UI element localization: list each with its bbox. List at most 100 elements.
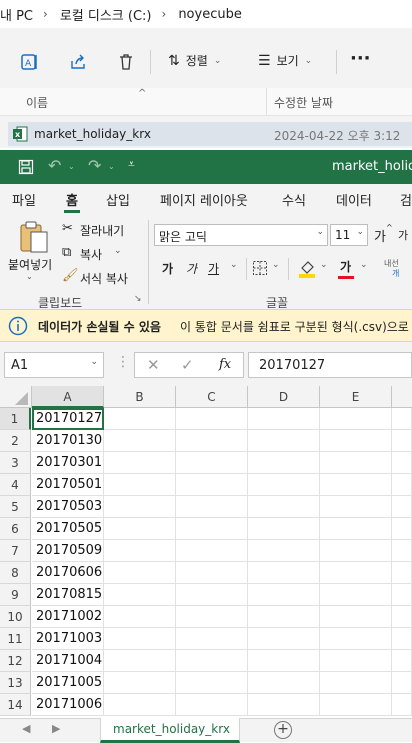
select-all-corner[interactable] xyxy=(0,386,32,408)
cell[interactable] xyxy=(248,694,320,716)
copy-button[interactable]: 복사 xyxy=(80,246,102,263)
cell[interactable] xyxy=(248,518,320,540)
cell[interactable] xyxy=(248,430,320,452)
cell[interactable] xyxy=(392,540,412,562)
cell[interactable] xyxy=(320,606,392,628)
cell-column-a[interactable]: 20170501 xyxy=(32,474,104,496)
trash-icon[interactable] xyxy=(116,52,136,72)
cell[interactable] xyxy=(176,650,248,672)
font-color-button[interactable]: 가 xyxy=(340,258,351,275)
chevron-down-icon[interactable]: ⌄ xyxy=(230,260,238,270)
cell[interactable] xyxy=(392,452,412,474)
customize-toolbar-icon[interactable]: ⩡ xyxy=(128,157,135,172)
cell[interactable] xyxy=(104,628,176,650)
cell[interactable] xyxy=(104,452,176,474)
cell[interactable] xyxy=(176,408,248,430)
cell[interactable] xyxy=(320,540,392,562)
cell-column-a[interactable]: 20170606 xyxy=(32,562,104,584)
cell[interactable] xyxy=(320,408,392,430)
row-header[interactable]: 3 xyxy=(0,452,31,474)
cell[interactable] xyxy=(176,562,248,584)
save-icon[interactable] xyxy=(18,159,34,175)
cell-column-a[interactable]: 20171006 xyxy=(32,694,104,716)
column-header-b[interactable]: B xyxy=(104,386,176,408)
cell[interactable] xyxy=(392,430,412,452)
cell[interactable] xyxy=(104,496,176,518)
cell[interactable] xyxy=(320,672,392,694)
cell-column-a[interactable]: 20170130 xyxy=(32,430,104,452)
cell[interactable] xyxy=(104,430,176,452)
chevron-down-icon[interactable]: ⌄ xyxy=(68,162,75,171)
redo-icon[interactable]: ↷ xyxy=(88,156,101,175)
formula-input[interactable]: 20170127 xyxy=(248,352,412,378)
cell-column-a[interactable]: 20170505 xyxy=(32,518,104,540)
cell[interactable] xyxy=(104,606,176,628)
cell[interactable] xyxy=(176,518,248,540)
cell[interactable] xyxy=(176,606,248,628)
row-header[interactable]: 12 xyxy=(0,650,31,672)
tab-file[interactable]: 파일 xyxy=(12,190,36,209)
cell[interactable] xyxy=(176,628,248,650)
paste-button[interactable]: 붙여넣기 xyxy=(8,256,52,273)
cut-button[interactable]: 잘라내기 xyxy=(80,222,124,239)
cell[interactable] xyxy=(104,408,176,430)
row-header[interactable]: 7 xyxy=(0,540,31,562)
row-header[interactable]: 2 xyxy=(0,430,31,452)
cell[interactable] xyxy=(176,694,248,716)
cell-column-a[interactable]: 20170509 xyxy=(32,540,104,562)
cell[interactable] xyxy=(320,584,392,606)
shrink-font-button[interactable]: 가 xyxy=(398,227,408,243)
row-header[interactable]: 4 xyxy=(0,474,31,496)
paste-icon[interactable] xyxy=(18,220,50,254)
cell-column-a[interactable]: 20171004 xyxy=(32,650,104,672)
cell[interactable] xyxy=(176,540,248,562)
cell-column-a[interactable]: 20171002 xyxy=(32,606,104,628)
borders-icon[interactable] xyxy=(252,260,268,276)
cell[interactable] xyxy=(176,584,248,606)
cell[interactable] xyxy=(248,650,320,672)
tab-data[interactable]: 데이터 xyxy=(336,190,372,209)
share-icon[interactable] xyxy=(68,52,88,72)
column-header-e[interactable]: E xyxy=(320,386,392,408)
cell[interactable] xyxy=(104,672,176,694)
cell[interactable] xyxy=(320,694,392,716)
underline-button[interactable]: 가 xyxy=(208,260,219,277)
cell[interactable] xyxy=(248,408,320,430)
cell[interactable] xyxy=(104,650,176,672)
column-header-d[interactable]: D xyxy=(248,386,320,408)
cell[interactable] xyxy=(392,628,412,650)
sheet-tab-active[interactable]: market_holiday_krx xyxy=(100,718,240,743)
cell[interactable] xyxy=(104,474,176,496)
format-painter-button[interactable]: 서식 복사 xyxy=(80,270,128,287)
cell[interactable] xyxy=(248,606,320,628)
cell-column-a[interactable]: 20170301 xyxy=(32,452,104,474)
format-painter-icon[interactable]: 🖌 xyxy=(62,268,79,283)
cell-column-a[interactable]: 20170503 xyxy=(32,496,104,518)
cell[interactable] xyxy=(104,584,176,606)
cell[interactable] xyxy=(320,562,392,584)
row-header[interactable]: 13 xyxy=(0,672,31,694)
rename-icon[interactable]: A xyxy=(20,52,40,72)
row-header[interactable]: 1 xyxy=(0,408,31,430)
cell[interactable] xyxy=(248,584,320,606)
fill-color-icon[interactable] xyxy=(298,258,316,278)
row-header[interactable]: 11 xyxy=(0,628,31,650)
column-modified-header[interactable]: 수정한 날짜 xyxy=(274,94,333,111)
cell[interactable] xyxy=(176,452,248,474)
tab-insert[interactable]: 삽입 xyxy=(106,190,130,209)
cell-column-a[interactable]: 20171005 xyxy=(32,672,104,694)
cell[interactable] xyxy=(176,474,248,496)
cell[interactable] xyxy=(320,430,392,452)
breadcrumb-local-disk[interactable]: 로컬 디스크 (C:) xyxy=(60,5,152,24)
add-sheet-button[interactable]: + xyxy=(274,721,292,739)
cell[interactable] xyxy=(176,430,248,452)
tab-review[interactable]: 검 xyxy=(400,190,412,209)
scissors-icon[interactable]: ✂ xyxy=(62,221,73,236)
bold-button[interactable]: 가 xyxy=(162,260,173,277)
chevron-down-icon[interactable]: ⌄ xyxy=(26,272,33,281)
undo-icon[interactable]: ↶ xyxy=(48,156,61,175)
cell[interactable] xyxy=(392,408,412,430)
cancel-icon[interactable]: ✕ xyxy=(147,356,160,374)
row-header[interactable]: 6 xyxy=(0,518,31,540)
cell[interactable] xyxy=(392,562,412,584)
